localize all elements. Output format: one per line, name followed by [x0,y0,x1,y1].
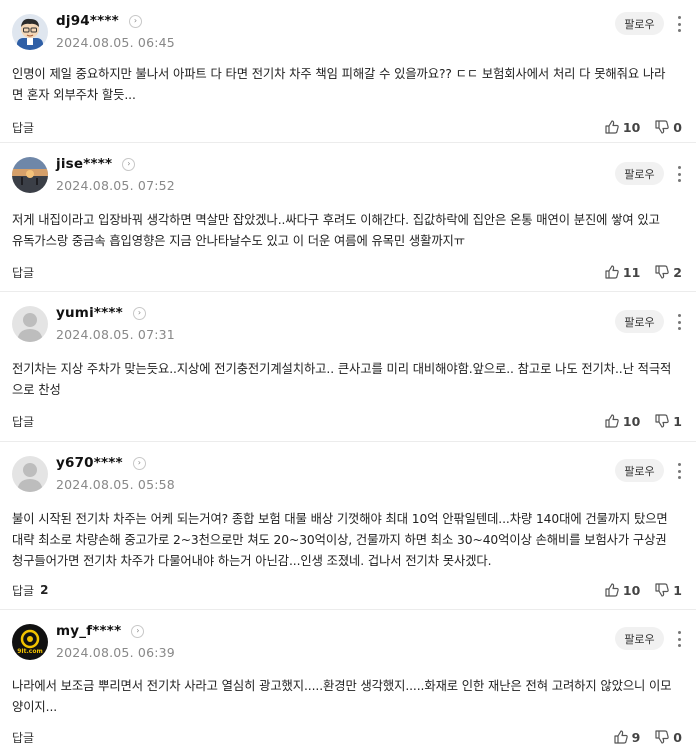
chevron-right-icon[interactable]: › [128,14,142,28]
dislike-button[interactable]: 0 [654,119,682,135]
reply-label: 답글 [12,583,35,598]
reply-label: 답글 [12,414,35,429]
follow-button[interactable]: 팔로우 [615,310,664,333]
more-options-icon[interactable] [676,314,682,330]
comment-date: 2024.08.05. 06:45 [56,35,175,50]
more-options-icon[interactable] [676,631,682,647]
like-button[interactable]: 10 [604,582,640,598]
thumbs-down-icon [655,730,670,744]
dislike-count: 2 [673,264,682,280]
reply-count: 2 [40,583,49,597]
chevron-right-icon[interactable]: › [132,456,146,470]
username[interactable]: my_f**** [56,623,121,639]
username[interactable]: y670**** [56,455,123,471]
chevron-right-icon[interactable]: › [122,157,136,171]
like-count: 10 [622,413,641,429]
thumbs-up-icon [605,583,619,597]
comment-text: 인명이 제일 중요하지만 불나서 아파트 다 타면 전기차 차주 책임 피해갈 … [12,67,666,102]
dislike-count: 1 [673,582,682,598]
reply-button[interactable]: 답글 [12,729,40,746]
comment-text: 나라에서 보조금 뿌리면서 전기차 사라고 열심히 광고했지.....환경만 생… [12,679,672,714]
reply-button[interactable]: 답글 [12,119,40,136]
avatar[interactable]: 9It.com [12,624,48,660]
more-options-icon[interactable] [676,463,682,479]
more-options-icon[interactable] [676,16,682,32]
thumbs-down-icon [655,265,670,279]
comment-date: 2024.08.05. 07:31 [56,327,175,342]
follow-button[interactable]: 팔로우 [615,162,664,185]
avatar[interactable] [12,157,48,193]
comment-text: 저게 내집이라고 입장바꿔 생각하면 멱살만 잡았겠나..싸다구 후려도 이해간… [12,213,660,248]
dislike-button[interactable]: 1 [654,582,682,598]
thumbs-up-icon [605,265,619,279]
comment-date: 2024.08.05. 05:58 [56,477,175,492]
reply-label: 답글 [12,265,35,280]
thumbs-down-icon [655,583,670,597]
avatar[interactable] [12,456,48,492]
like-button[interactable]: 10 [604,119,640,135]
like-button[interactable]: 10 [604,413,640,429]
comment-item: y670**** › 2024.08.05. 05:58 팔로우 불이 시작된 … [0,442,696,610]
username[interactable]: dj94**** [56,13,119,29]
comment-date: 2024.08.05. 07:52 [56,178,175,193]
dislike-button[interactable]: 2 [654,264,682,280]
chevron-right-icon[interactable]: › [131,624,145,638]
thumbs-up-icon [605,414,619,428]
comment-item: yumi**** › 2024.08.05. 07:31 팔로우 전기차는 지상… [0,292,696,442]
thumbs-down-icon [655,120,670,134]
avatar[interactable] [12,14,48,50]
avatar-logo-text: 9It.com [17,648,43,655]
dislike-button[interactable]: 0 [654,729,682,745]
chevron-right-icon[interactable]: › [132,306,146,320]
reply-label: 답글 [12,120,35,135]
follow-button[interactable]: 팔로우 [615,627,664,650]
dislike-button[interactable]: 1 [654,413,682,429]
more-options-icon[interactable] [676,166,682,182]
like-button[interactable]: 11 [604,264,640,280]
username[interactable]: jise**** [56,156,112,172]
like-count: 10 [622,582,641,598]
avatar[interactable] [12,306,48,342]
reply-button[interactable]: 답글 [12,413,40,430]
thumbs-up-icon [605,120,619,134]
follow-button[interactable]: 팔로우 [615,12,664,35]
dislike-count: 0 [673,729,682,745]
reply-button[interactable]: 답글 [12,264,40,281]
comment-item: 9It.com my_f**** › 2024.08.05. 06:39 팔로우… [0,610,696,753]
dislike-count: 0 [673,119,682,135]
like-button[interactable]: 9 [613,729,641,745]
comment-item: dj94**** › 2024.08.05. 06:45 팔로우 인명이 제일 … [0,0,696,143]
like-count: 9 [631,729,641,745]
follow-button[interactable]: 팔로우 [615,459,664,482]
reply-button[interactable]: 답글 2 [12,582,48,599]
comment-text: 불이 시작된 전기차 차주는 어케 되는거여? 종합 보험 대물 배상 기껏해야… [12,512,668,568]
comment-list: dj94**** › 2024.08.05. 06:45 팔로우 인명이 제일 … [0,0,696,753]
like-count: 10 [622,119,641,135]
thumbs-up-icon [613,730,628,744]
comment-item: jise**** › 2024.08.05. 07:52 팔로우 저게 내집이라… [0,143,696,292]
reply-label: 답글 [12,730,35,745]
username[interactable]: yumi**** [56,305,123,321]
comment-date: 2024.08.05. 06:39 [56,645,175,660]
like-count: 11 [622,264,641,280]
thumbs-down-icon [655,414,670,428]
dislike-count: 1 [673,413,682,429]
comment-text: 전기차는 지상 주차가 맞는듯요..지상에 전기충전기계설치하고.. 큰사고를 … [12,362,672,397]
